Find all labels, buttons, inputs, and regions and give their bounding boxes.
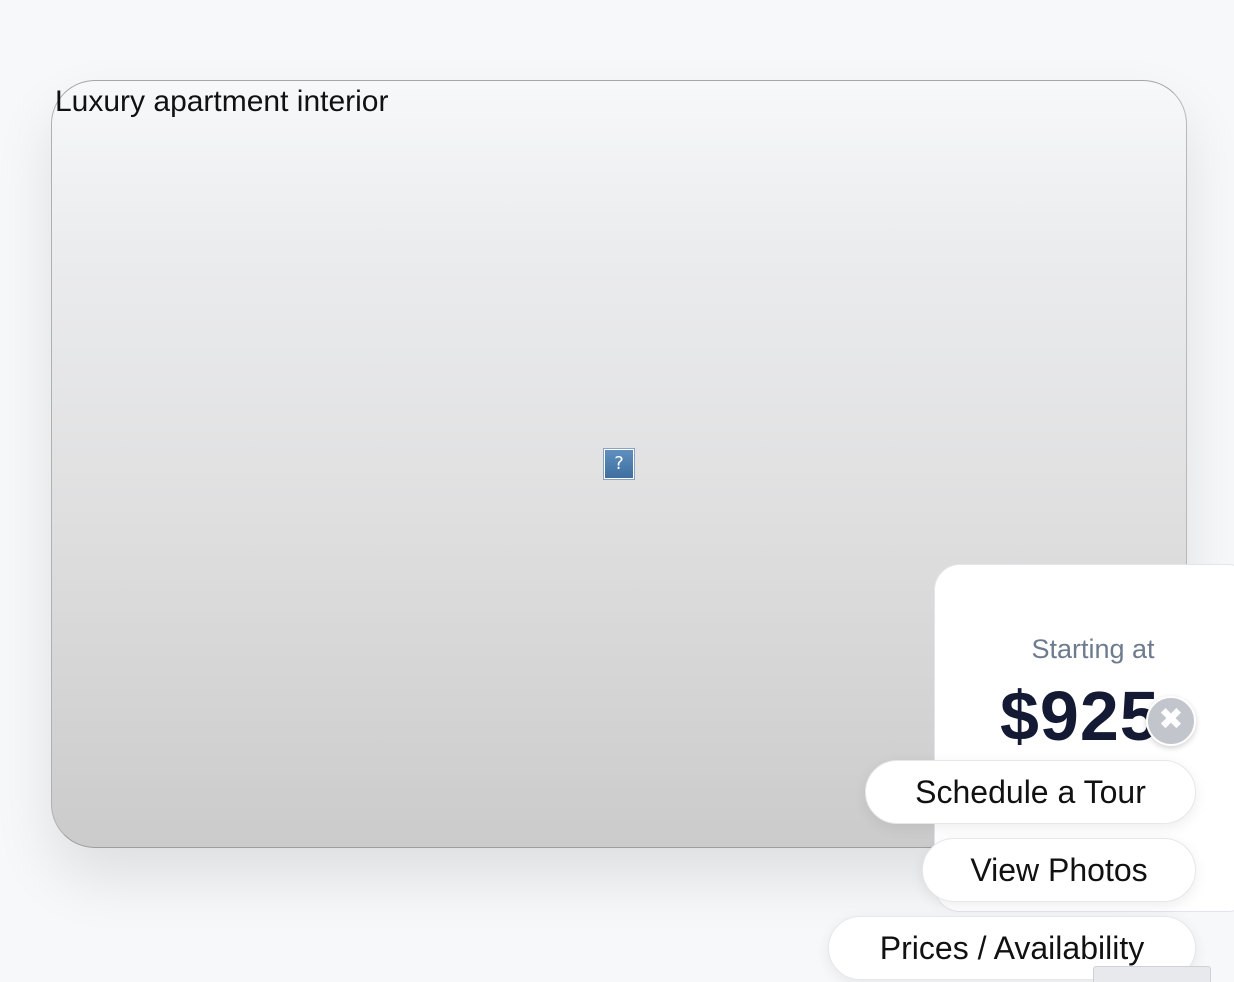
schedule-tour-button[interactable]: Schedule a Tour xyxy=(865,760,1196,824)
price-amount: $925 xyxy=(1000,677,1160,755)
partially-hidden-tab[interactable] xyxy=(1093,966,1211,982)
hero-image-alt-text: Luxury apartment interior xyxy=(55,85,389,118)
view-photos-button[interactable]: View Photos xyxy=(922,838,1196,902)
price-label: Starting at xyxy=(1031,634,1155,664)
broken-image-glyph: ? xyxy=(605,450,633,478)
broken-image-icon: ? xyxy=(603,448,635,480)
close-circle-icon[interactable]: ✖ xyxy=(1146,696,1196,746)
